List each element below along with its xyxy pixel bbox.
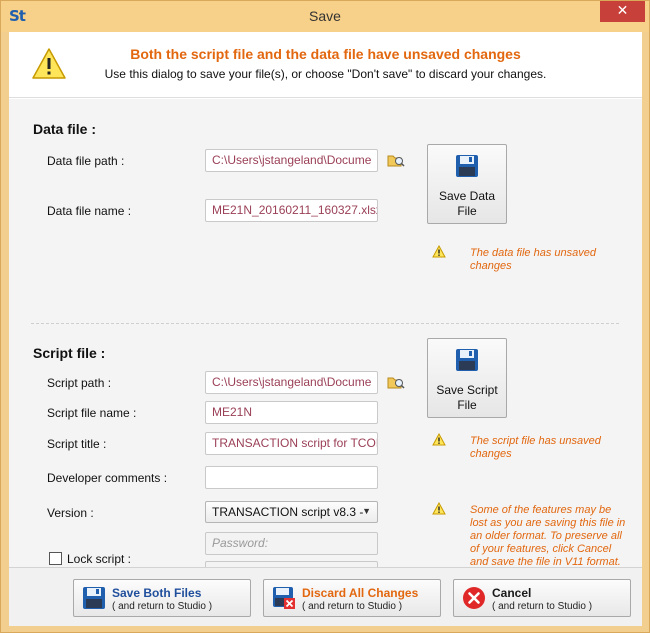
script-file-warning-icon — [432, 433, 446, 446]
cancel-button[interactable]: Cancel ( and return to Studio ) — [453, 579, 631, 617]
version-note-line-1: Some of the features may be — [470, 504, 612, 516]
data-file-warning-icon — [432, 245, 446, 258]
cancel-icon — [463, 587, 485, 609]
discard-all-changes-button[interactable]: Discard All Changes ( and return to Stud… — [263, 579, 441, 617]
save-data-file-button[interactable]: Save Data File — [427, 144, 507, 224]
save-both-files-sublabel: ( and return to Studio ) — [112, 601, 213, 612]
close-button[interactable]: ✕ — [600, 1, 645, 22]
data-file-section-title: Data file : — [33, 121, 97, 137]
discard-floppy-icon — [273, 587, 295, 609]
browse-folder-icon[interactable] — [387, 374, 405, 390]
script-path-field[interactable]: C:\Users\jstangeland\Docume — [205, 371, 378, 394]
save-script-file-label-2: File — [457, 398, 477, 412]
save-dialog-window: St Save ✕ Both the script file and the d… — [0, 0, 650, 633]
title-bar[interactable]: St Save ✕ — [1, 1, 649, 32]
cancel-label: Cancel — [492, 586, 532, 600]
script-file-note-line-1: The script file has unsaved — [470, 435, 601, 447]
browse-folder-icon[interactable] — [387, 152, 405, 168]
lock-script-label: Lock script : — [67, 552, 132, 566]
save-data-file-label-1: Save Data — [438, 189, 496, 203]
password-field[interactable]: Password: — [205, 532, 378, 555]
window-title: Save — [309, 8, 341, 24]
discard-all-changes-label: Discard All Changes — [302, 586, 419, 600]
version-selected-value: TRANSACTION script v8.3 - — [212, 505, 364, 519]
script-title-field[interactable]: TRANSACTION script for TCOI — [205, 432, 378, 455]
dialog-footer: Save Both Files ( and return to Studio )… — [9, 567, 642, 626]
header-title: Both the script file and the data file h… — [130, 46, 521, 62]
lock-script-checkbox[interactable] — [49, 552, 62, 565]
data-file-name-label: Data file name : — [47, 204, 132, 218]
version-warning-icon — [432, 502, 446, 515]
discard-all-changes-sublabel: ( and return to Studio ) — [302, 601, 403, 612]
script-file-note-line-2: changes — [470, 448, 512, 460]
data-file-note: The data file has unsaved changes — [470, 247, 596, 273]
save-both-files-button[interactable]: Save Both Files ( and return to Studio ) — [73, 579, 251, 617]
dialog-body: Data file : Data file path : C:\Users\js… — [9, 99, 642, 584]
script-path-label: Script path : — [47, 376, 112, 390]
script-title-label: Script title : — [47, 437, 107, 451]
save-script-file-button[interactable]: Save Script File — [427, 338, 507, 418]
floppy-disk-icon — [456, 155, 478, 177]
floppy-disk-icon — [83, 587, 105, 609]
version-label: Version : — [47, 506, 94, 520]
developer-comments-label: Developer comments : — [47, 471, 168, 485]
script-file-note: The script file has unsaved changes — [470, 435, 601, 461]
data-file-name-field[interactable]: ME21N_20160211_160327.xlsx — [205, 199, 378, 222]
version-note-line-4: of your features, click Cancel — [470, 543, 612, 555]
save-script-file-label-1: Save Script — [436, 383, 498, 397]
cancel-sublabel: ( and return to Studio ) — [492, 601, 593, 612]
version-note: Some of the features may be lost as you … — [470, 504, 625, 569]
data-file-note-line-2: changes — [470, 260, 512, 272]
dialog-client: Both the script file and the data file h… — [9, 32, 642, 626]
dialog-header: Both the script file and the data file h… — [9, 32, 642, 98]
script-file-name-field[interactable]: ME21N — [205, 401, 378, 424]
floppy-disk-icon — [456, 349, 478, 371]
developer-comments-field[interactable] — [205, 466, 378, 489]
data-file-path-label: Data file path : — [47, 154, 125, 168]
section-divider — [31, 323, 619, 324]
header-subtitle: Use this dialog to save your file(s), or… — [104, 67, 547, 81]
script-file-section-title: Script file : — [33, 345, 106, 361]
data-file-path-field[interactable]: C:\Users\jstangeland\Docume — [205, 149, 378, 172]
save-both-files-label: Save Both Files — [112, 586, 202, 600]
version-select[interactable]: TRANSACTION script v8.3 - ▼ — [205, 501, 378, 523]
version-note-line-2: lost as you are saving this file in — [470, 517, 626, 529]
script-file-name-label: Script file name : — [47, 406, 137, 420]
chevron-down-icon: ▼ — [362, 506, 371, 516]
version-note-line-3: an older format. To preserve all — [470, 530, 622, 542]
data-file-note-line-1: The data file has unsaved — [470, 247, 596, 259]
save-data-file-label-2: File — [457, 204, 477, 218]
